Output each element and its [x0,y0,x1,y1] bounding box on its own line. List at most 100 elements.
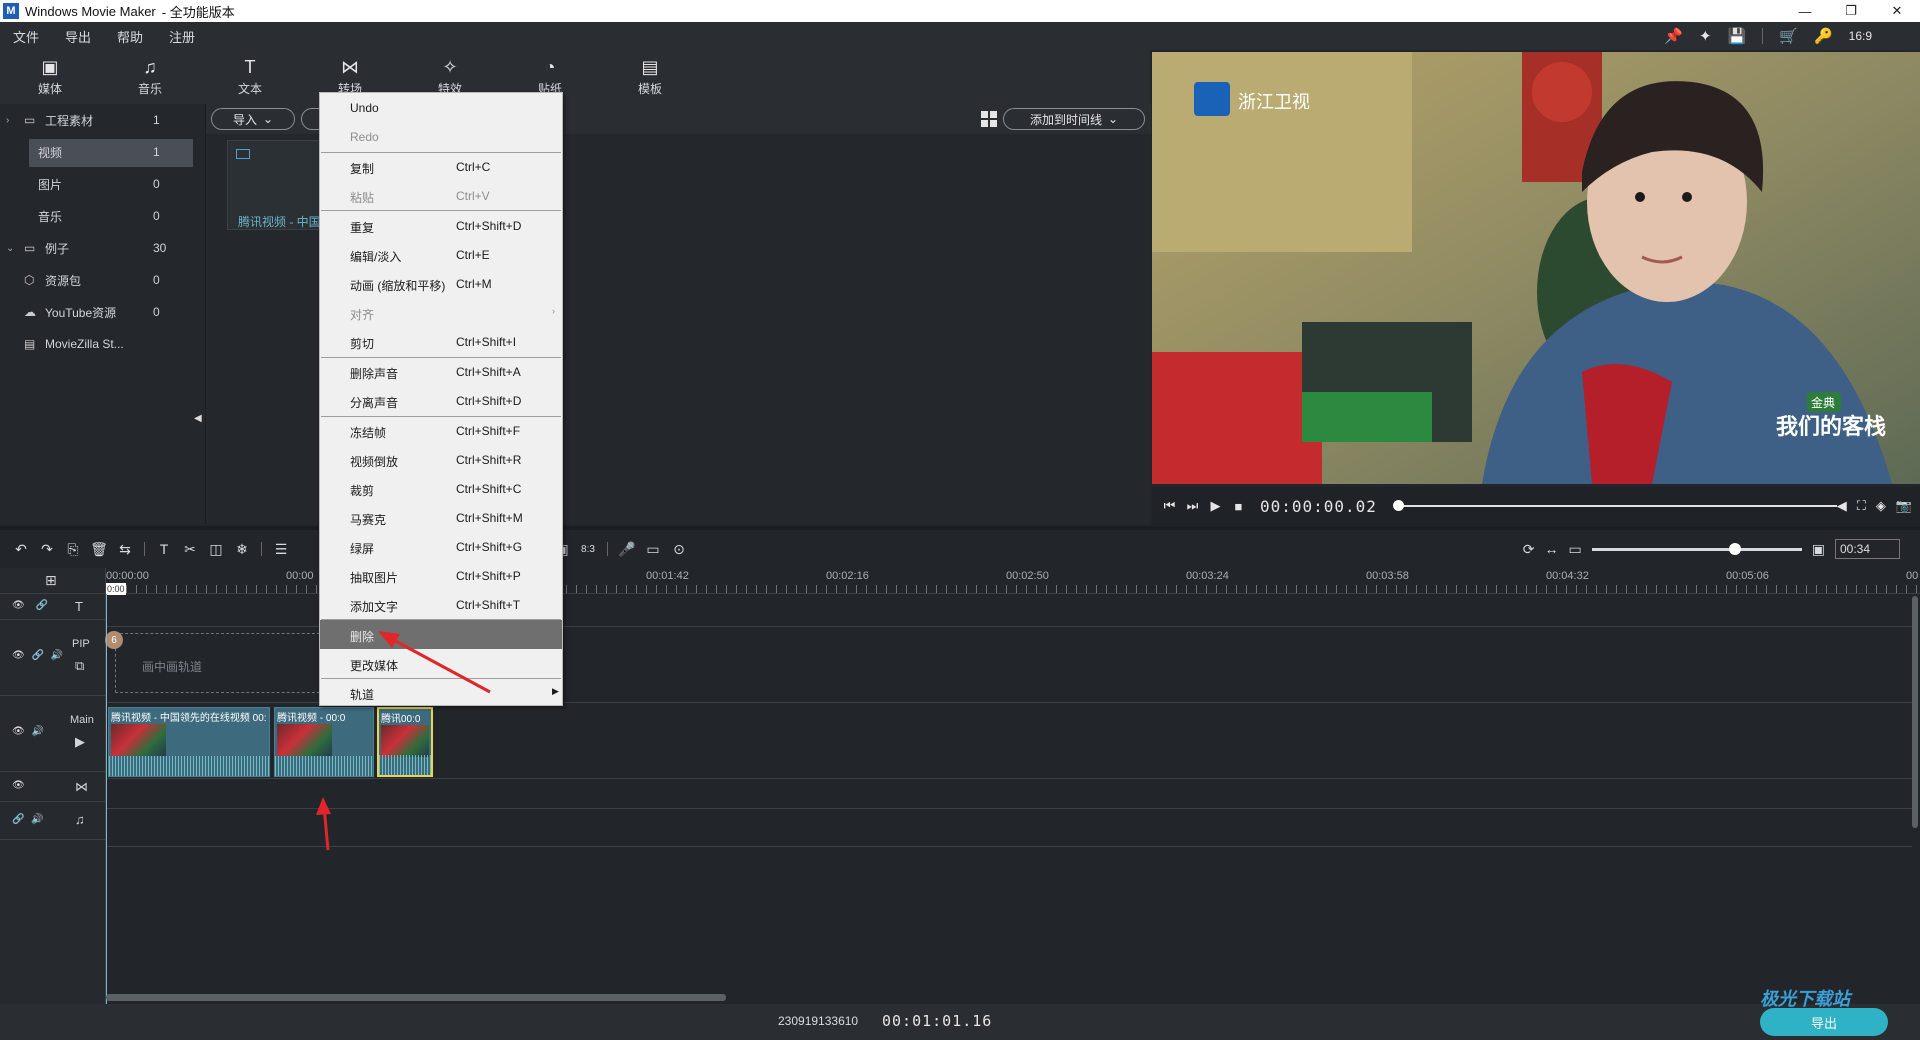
track-controls[interactable]: 👁 🔊 [12,726,46,737]
menu-item-redo[interactable]: Redo [320,122,562,151]
track-controls[interactable]: 👁 🔗 [12,600,52,611]
library-item-youtube[interactable]: ☁ YouTube资源 0 [0,296,205,328]
main-track-lane[interactable]: 腾讯视频 - 中国领先的在线视频 00:0 腾讯视频 - 00:0 腾讯00:0 [107,703,1912,779]
chevron-right-icon[interactable]: › [6,115,9,126]
tab-music[interactable]: ♫ 音乐 [100,50,200,104]
camera-icon[interactable]: ▭ [640,541,666,558]
zoom-out-icon[interactable]: ▭ [1569,541,1582,558]
minimize-button[interactable]: — [1782,0,1828,22]
fit-icon[interactable]: ↔ [1545,541,1559,557]
redo-icon[interactable]: ↷ [34,541,60,558]
menu-item-green-screen[interactable]: 绿屏 Ctrl+Shift+G [320,532,562,561]
track-controls[interactable]: 🔗 🔊 [12,814,46,825]
timeline-vertical-scrollbar[interactable] [1912,596,1918,828]
menu-item-remove-audio[interactable]: 删除声音 Ctrl+Shift+A [320,357,562,386]
add-track-header[interactable]: ⊞ [0,568,106,594]
library-item-image[interactable]: 图片 0 [0,168,205,200]
freeze-icon[interactable]: ❄ [229,541,255,558]
microphone-icon[interactable]: 🎤 [614,541,640,558]
collapse-panel-icon[interactable]: ◀ [194,413,202,424]
menu-item-copy[interactable]: 复制 Ctrl+C [320,152,562,181]
menu-item-cut[interactable]: 剪切 Ctrl+Shift+I [320,327,562,356]
speed-icon[interactable]: 8:3 [575,544,601,555]
menu-item-crop[interactable]: 裁剪 Ctrl+Shift+C [320,474,562,503]
track-controls[interactable]: 👁 🔗 🔊 [12,650,65,661]
duration-field[interactable]: 00:34 [1835,539,1900,559]
library-item-project[interactable]: › ▭ 工程素材 1 [0,104,205,136]
playhead-line[interactable] [106,594,107,1004]
playhead-handle[interactable]: 0:00 [106,583,126,595]
audio-track-lane[interactable] [107,809,1912,847]
library-item-video[interactable]: 视频 1 [0,136,205,168]
timeline-clip-selected[interactable]: 腾讯00:0 [377,707,433,777]
replace-icon[interactable]: ⇆ [112,541,138,558]
library-item-packages[interactable]: ⬡ 资源包 0 [0,264,205,296]
tab-media[interactable]: ▣ 媒体 [0,50,100,104]
badge-icon[interactable]: ✦ [1699,27,1712,45]
menu-file[interactable]: 文件 [0,27,52,46]
pin-icon[interactable]: 📌 [1664,27,1683,45]
seek-bar[interactable] [1392,500,1837,511]
zoom-slider[interactable] [1591,542,1802,555]
menu-item-freeze-frame[interactable]: 冻结帧 Ctrl+Shift+F [320,416,562,445]
cut-icon[interactable]: ✂ [177,541,203,558]
add-to-timeline-button[interactable]: 添加到时间线 ⌄ [1003,108,1145,130]
menu-item-delete[interactable]: 删除 [320,620,562,649]
maximize-button[interactable]: ❐ [1828,0,1874,22]
track-controls[interactable]: 👁 [12,780,29,791]
menu-item-undo[interactable]: Undo [320,93,562,122]
snapshot-icon[interactable]: 📷 [1896,498,1912,514]
aspect-ratio-button[interactable]: 16:9 [1849,29,1872,43]
previous-frame-button[interactable]: ⏮ [1158,498,1181,514]
menu-item-detach-audio[interactable]: 分离声音 Ctrl+Shift+D [320,386,562,415]
close-button[interactable]: ✕ [1874,0,1920,22]
next-frame-button[interactable]: ⏭ [1181,498,1204,514]
tab-text[interactable]: T 文本 [200,50,300,104]
grid-view-icon[interactable] [981,111,997,127]
menu-item-paste[interactable]: 粘贴 Ctrl+V [320,181,562,210]
record-icon[interactable]: ⊙ [666,541,692,558]
menu-item-animation[interactable]: 动画 (缩放和平移) Ctrl+M [320,269,562,298]
delete-icon[interactable]: 🗑 [86,541,112,558]
cart-icon[interactable]: 🛒 [1779,27,1798,45]
video-preview[interactable]: 浙江卫视 我们的客栈 金典 [1152,52,1920,484]
stop-button[interactable]: ■ [1227,499,1250,514]
text-tool-icon[interactable]: T [151,541,177,557]
menu-register[interactable]: 注册 [156,27,208,46]
zoom-in-icon[interactable]: ▣ [1812,541,1825,558]
menu-item-edit-fade[interactable]: 编辑/淡入 Ctrl+E [320,240,562,269]
sync-icon[interactable]: ⟳ [1523,541,1535,558]
seek-knob[interactable] [1392,500,1404,511]
undo-icon[interactable]: ↶ [8,541,34,558]
play-button[interactable]: ▶ [1204,498,1227,514]
tab-templates[interactable]: ▤ 模板 [600,50,700,104]
menu-item-add-text[interactable]: 添加文字 Ctrl+Shift+T [320,590,562,619]
save-icon[interactable]: 💾 [1728,27,1747,45]
zoom-slider-knob[interactable] [1728,542,1741,555]
chevron-down-icon[interactable]: ⌄ [6,243,14,254]
menu-item-track[interactable]: 轨道 ▶ [320,678,562,707]
menu-icon[interactable]: ☰ [268,541,294,558]
library-item-examples[interactable]: ⌄ ▭ 例子 30 [0,232,205,264]
volume-icon[interactable]: ◀ [1837,498,1847,514]
transition-track-lane[interactable] [107,779,1912,809]
pip-placeholder[interactable]: 画中画轨道 [115,633,325,693]
menu-item-duplicate[interactable]: 重复 Ctrl+Shift+D [320,211,562,240]
library-item-moviezilla[interactable]: ▤ MovieZilla St... [0,328,205,360]
menu-item-reverse[interactable]: 视频倒放 Ctrl+Shift+R [320,445,562,474]
menu-item-extract-image[interactable]: 抽取图片 Ctrl+Shift+P [320,561,562,590]
copy-icon[interactable]: ⎘ [60,541,86,558]
timeline-clip[interactable]: 腾讯视频 - 中国领先的在线视频 00:0 [108,707,270,777]
key-icon[interactable]: 🔑 [1814,27,1833,45]
color-bucket-icon[interactable]: ◈ [1876,498,1886,514]
library-item-music[interactable]: 音乐 0 [0,200,205,232]
menu-item-mosaic[interactable]: 马赛克 Ctrl+Shift+M [320,503,562,532]
split-icon[interactable]: ◫ [203,541,229,558]
menu-help[interactable]: 帮助 [104,27,156,46]
menu-item-align[interactable]: 对齐 › [320,298,562,327]
menu-export[interactable]: 导出 [52,27,104,46]
timeline-horizontal-scrollbar[interactable] [106,994,726,1001]
menu-item-change-media[interactable]: 更改媒体 [320,649,562,678]
add-track-icon[interactable]: ⊞ [45,572,57,589]
import-button[interactable]: 导入 ⌄ [211,108,295,130]
